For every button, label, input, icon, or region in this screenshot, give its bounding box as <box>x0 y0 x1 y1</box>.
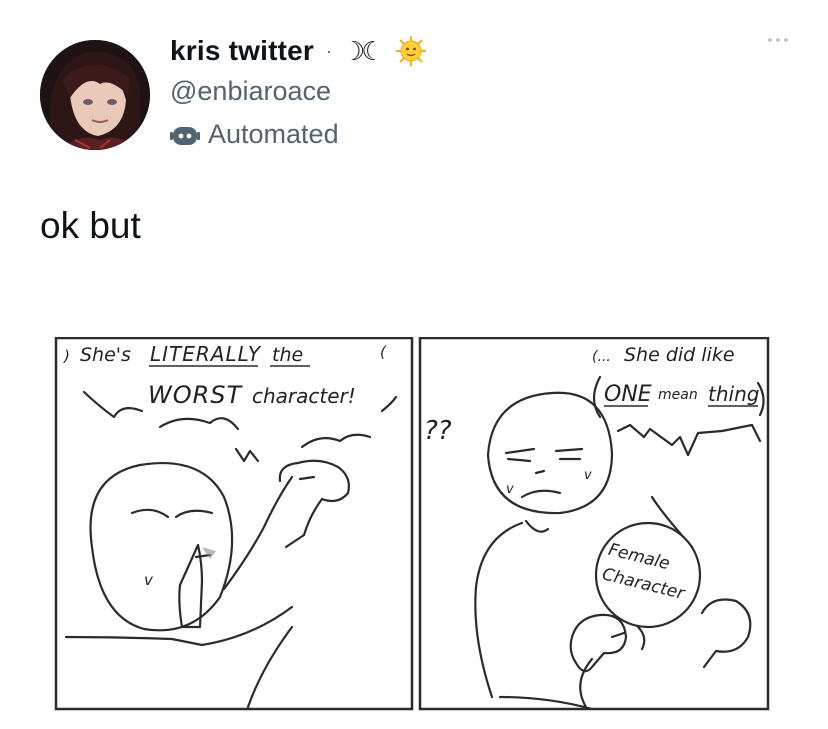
panel1-text-worst: WORST <box>148 381 244 409</box>
tweet-header: kris twitter · ☽☾ @enbiaroace Automated <box>170 32 427 150</box>
moon-decoration: ☽☾ <box>342 35 385 66</box>
panel2-text-mean: mean <box>658 387 698 403</box>
avatar[interactable] <box>40 40 150 150</box>
tweet-card: kris twitter · ☽☾ @enbiaroace Automated … <box>0 0 828 729</box>
display-name[interactable]: kris twitter <box>170 35 314 67</box>
svg-text:v: v <box>584 468 592 483</box>
svg-text:v: v <box>144 571 154 589</box>
tweet-text: ok but <box>40 205 141 246</box>
panel1-text-character: character! <box>252 384 356 408</box>
svg-text:v: v <box>506 482 514 497</box>
panel1-text-the: the <box>272 344 303 366</box>
more-dot-icon <box>768 38 772 42</box>
panel2-text-one: ONE <box>604 382 652 407</box>
more-dot-icon <box>784 38 788 42</box>
panel2-text-line1: She did like <box>624 344 735 366</box>
display-name-row: kris twitter · ☽☾ <box>170 32 427 70</box>
panel2-text-ellipsis: (... <box>592 349 611 365</box>
name-separator: · <box>326 40 332 61</box>
automated-label: Automated <box>208 119 339 149</box>
more-options-button[interactable] <box>768 38 788 42</box>
comic-image[interactable]: ) She's LITERALLY the ( WORST character!… <box>52 337 772 713</box>
panel1-mark-left: ) <box>63 347 70 365</box>
panel1-text-literally: LITERALLY <box>150 342 262 366</box>
more-dot-icon <box>776 38 780 42</box>
panel2-text-thing: thing <box>708 382 759 406</box>
automated-badge: Automated <box>170 119 427 150</box>
avatar-portrait-icon <box>40 40 150 150</box>
robot-icon <box>170 126 200 145</box>
sun-with-face-icon <box>395 36 426 66</box>
user-handle[interactable]: @enbiaroace <box>170 76 427 107</box>
panel2-question-marks: ?? <box>424 416 452 446</box>
panel1-text-prefix: She's <box>80 344 131 366</box>
